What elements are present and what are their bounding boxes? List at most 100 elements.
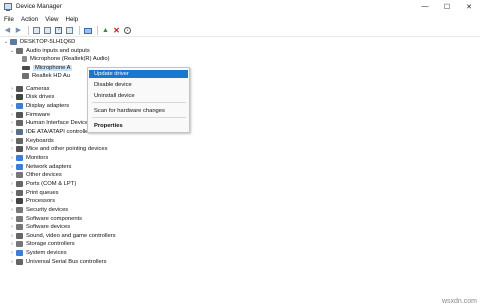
chevron-right-icon[interactable]: ›: [9, 138, 15, 144]
tree-category-label: Display adapters: [26, 103, 70, 110]
tree-category[interactable]: › Processors: [9, 197, 55, 206]
tree-category[interactable]: › Human Interface Devices: [9, 119, 91, 128]
tree-category[interactable]: › Monitors: [9, 154, 48, 163]
tree-category-audio[interactable]: ⌄ Audio inputs and outputs: [9, 47, 90, 56]
device-category-icon: [16, 129, 23, 135]
tree-category-label: Mice and other pointing devices: [26, 146, 108, 153]
tree-category-label: Network adapters: [26, 163, 72, 170]
device-manager-icon: [4, 3, 12, 11]
menu-bar: File Action View Help: [0, 13, 480, 25]
chevron-right-icon[interactable]: ›: [9, 250, 15, 256]
maximize-button[interactable]: ☐: [436, 0, 458, 13]
tree-category-label: Sound, video and game controllers: [26, 232, 116, 239]
tree-category[interactable]: › Universal Serial Bus controllers: [9, 258, 107, 267]
tree-category[interactable]: › Cameras: [9, 85, 50, 94]
chevron-right-icon[interactable]: ›: [9, 241, 15, 247]
tree-category[interactable]: › Keyboards: [9, 136, 54, 145]
device-category-icon: [16, 103, 23, 110]
tree-category-label: Processors: [26, 198, 55, 205]
menu-scan-hardware[interactable]: Scan for hardware changes: [89, 107, 188, 115]
tree-category-label: Disk drives: [26, 94, 55, 101]
tree-category[interactable]: › Network adapters: [9, 162, 71, 171]
chevron-right-icon[interactable]: ›: [9, 155, 15, 161]
menu-view[interactable]: View: [45, 16, 58, 23]
menu-help[interactable]: Help: [66, 16, 79, 23]
tree-root[interactable]: ⌄ DESKTOP-5LH1Q6D: [3, 38, 75, 47]
toolbar-separator: [97, 26, 98, 35]
tree-category-label: Security devices: [26, 206, 69, 213]
tree-category[interactable]: › System devices: [9, 249, 67, 258]
chevron-right-icon[interactable]: ›: [9, 233, 15, 239]
tree-category-label: Ports (COM & LPT): [26, 180, 77, 187]
menu-separator: [92, 117, 186, 118]
chevron-right-icon[interactable]: ›: [9, 120, 15, 126]
menu-file[interactable]: File: [4, 16, 14, 23]
tree-category[interactable]: › Display adapters: [9, 102, 69, 111]
tree-category[interactable]: › Security devices: [9, 206, 68, 215]
tree-category[interactable]: › Sound, video and game controllers: [9, 232, 116, 241]
scan-hardware-button[interactable]: [83, 26, 92, 35]
disable-device-toolbar-button[interactable]: ↓: [123, 26, 132, 35]
forward-arrow-icon[interactable]: ▶: [14, 26, 23, 35]
tree-device-microphone-selected[interactable]: Microphone A: [21, 64, 73, 73]
chevron-right-icon[interactable]: ›: [9, 181, 15, 187]
menu-update-driver[interactable]: Update driver: [89, 70, 188, 78]
chevron-right-icon[interactable]: ›: [9, 198, 15, 204]
chevron-down-icon[interactable]: ⌄: [3, 39, 9, 45]
device-category-icon: [16, 198, 23, 205]
menu-action[interactable]: Action: [21, 16, 38, 23]
chevron-right-icon[interactable]: ›: [9, 164, 15, 170]
menu-disable-device[interactable]: Disable device: [89, 81, 188, 89]
update-driver-toolbar-button[interactable]: ▲: [101, 26, 110, 35]
device-category-icon: [16, 189, 23, 196]
tree-category[interactable]: › Disk drives: [9, 93, 54, 102]
tree-category[interactable]: › IDE ATA/ATAPI controllers: [9, 128, 93, 137]
minimize-button[interactable]: —: [414, 0, 436, 13]
chevron-right-icon[interactable]: ›: [9, 146, 15, 152]
menu-uninstall-device[interactable]: Uninstall device: [89, 92, 188, 100]
tree-root-label: DESKTOP-5LH1Q6D: [20, 39, 76, 46]
chevron-right-icon[interactable]: ›: [9, 112, 15, 118]
close-button[interactable]: ✕: [458, 0, 480, 13]
tree-device-label: Microphone (Realtek(R) Audio): [30, 56, 110, 63]
chevron-right-icon[interactable]: ›: [9, 172, 15, 178]
chevron-right-icon[interactable]: ›: [9, 103, 15, 109]
toolbar-separator: [28, 26, 29, 35]
chevron-right-icon[interactable]: ›: [9, 207, 15, 213]
tree-category[interactable]: › Mice and other pointing devices: [9, 145, 108, 154]
tree-category[interactable]: › Ports (COM & LPT): [9, 180, 76, 189]
menu-properties[interactable]: Properties: [89, 122, 188, 130]
chevron-right-icon[interactable]: ›: [9, 129, 15, 135]
tree-category[interactable]: › Firmware: [9, 110, 50, 119]
tree-category[interactable]: › Software components: [9, 214, 82, 223]
menu-separator: [92, 102, 186, 103]
uninstall-device-toolbar-button[interactable]: ✕: [112, 26, 121, 35]
chevron-right-icon[interactable]: ›: [9, 259, 15, 265]
chevron-right-icon[interactable]: ›: [9, 216, 15, 222]
properties-toolbar-button[interactable]: [43, 26, 52, 35]
context-menu: Update driver Disable device Uninstall d…: [87, 67, 190, 133]
chevron-right-icon[interactable]: ›: [9, 94, 15, 100]
tree-category[interactable]: › Print queues: [9, 188, 59, 197]
window-title: Device Manager: [16, 3, 62, 10]
device-category-icon: [16, 111, 23, 118]
back-arrow-icon[interactable]: ◀: [3, 26, 12, 35]
chevron-right-icon[interactable]: ›: [9, 86, 15, 92]
tree-device-microphone-realtek[interactable]: Microphone (Realtek(R) Audio): [21, 55, 110, 64]
device-category-icon: [16, 172, 23, 179]
help-toolbar-button[interactable]: ?: [54, 26, 63, 35]
device-category-icon: [16, 146, 23, 153]
tree-device-label: Microphone A: [33, 64, 73, 71]
action-pane-button[interactable]: [65, 26, 74, 35]
speaker-icon: [22, 73, 29, 80]
chevron-right-icon[interactable]: ›: [9, 190, 15, 196]
tree-device-realtek-hd[interactable]: Realtek HD Au: [21, 72, 70, 81]
device-category-icon: [16, 137, 23, 144]
chevron-right-icon[interactable]: ›: [9, 224, 15, 230]
device-category-icon: [16, 206, 23, 213]
tree-category[interactable]: › Software devices: [9, 223, 70, 232]
show-hide-console-tree-button[interactable]: [32, 26, 41, 35]
tree-category[interactable]: › Other devices: [9, 171, 62, 180]
tree-category[interactable]: › Storage controllers: [9, 240, 75, 249]
chevron-down-icon[interactable]: ⌄: [9, 48, 15, 54]
